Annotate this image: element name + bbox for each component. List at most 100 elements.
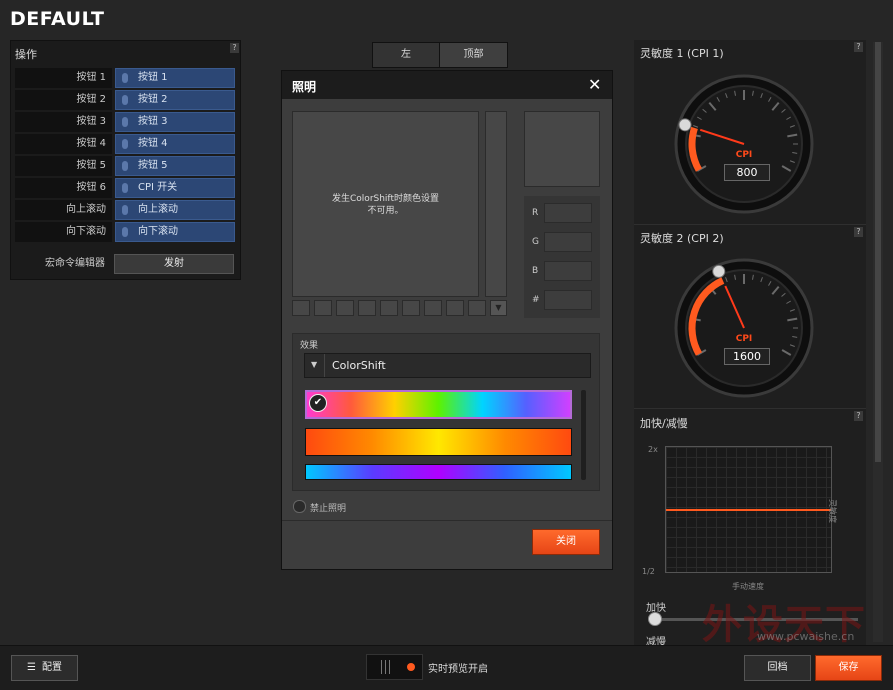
action-row-value-text: 按钮 3: [138, 116, 168, 127]
action-row-value[interactable]: 按钮 4: [115, 134, 235, 154]
mouse-icon: [122, 161, 128, 171]
action-row-label: 按钮 5: [15, 156, 112, 176]
color-swatch[interactable]: [380, 300, 398, 316]
acceleration-y-top: 2x: [648, 445, 658, 454]
macro-editor-label: 宏命令编辑器: [14, 254, 111, 274]
mouse-icon: [122, 205, 128, 215]
effect-gradient-ocean[interactable]: [305, 464, 572, 480]
b-label: B: [532, 266, 539, 276]
color-swatch[interactable]: [446, 300, 464, 316]
right-scrollbar[interactable]: [873, 42, 883, 642]
gauge-unit: CPI: [736, 150, 753, 160]
action-row-label: 按钮 1: [15, 68, 112, 88]
chevron-down-icon: ▼: [495, 303, 502, 312]
mouse-icon: [122, 73, 128, 83]
sensitivity2-title: 灵敏度 2 (CPI 2): [640, 232, 724, 245]
disable-lighting-checkbox[interactable]: [293, 500, 306, 513]
action-row: 按钮 4 按钮 4: [15, 134, 236, 154]
sensitivity2-help-icon[interactable]: ?: [854, 227, 863, 237]
action-row: 按钮 6 CPI 开关: [15, 178, 236, 198]
acceleration-curve: [666, 509, 831, 511]
action-row-label: 按钮 4: [15, 134, 112, 154]
action-row-value[interactable]: 按钮 2: [115, 90, 235, 110]
action-row-value[interactable]: 按钮 3: [115, 112, 235, 132]
acceleration-y-axis-label: 灵敏度: [828, 499, 837, 523]
select-divider: [324, 354, 325, 377]
revert-button[interactable]: 回档: [744, 655, 811, 681]
hex-label: #: [532, 295, 540, 305]
mouse-icon: [122, 183, 128, 193]
action-row-label: 按钮 3: [15, 112, 112, 132]
hex-input[interactable]: [544, 290, 592, 310]
color-preview: [524, 111, 600, 187]
action-row-value[interactable]: CPI 开关: [115, 178, 235, 198]
sensitivity1-help-icon[interactable]: ?: [854, 42, 863, 52]
action-row: 按钮 3 按钮 3: [15, 112, 236, 132]
action-row-value[interactable]: 向上滚动: [115, 200, 235, 220]
sensitivity1-value-box[interactable]: 800: [724, 164, 770, 181]
actions-panel: 操作 ? 按钮 1 按钮 1 按钮 2 按钮 2 按钮 3 按钮 3 按钮 4 按钮 4 按钮 …: [10, 40, 241, 280]
config-button-label: 配置: [41, 662, 62, 673]
action-row: 按钮 5 按钮 5: [15, 156, 236, 176]
effect-gradient-fire[interactable]: [305, 428, 572, 456]
close-button[interactable]: 关闭: [532, 529, 600, 555]
mouse-icon: [122, 139, 128, 149]
color-picker-area: 发生ColorShift时颜色设置 不可用。: [292, 111, 479, 297]
hue-slider[interactable]: [485, 111, 507, 297]
actions-help-icon[interactable]: ?: [230, 43, 239, 53]
sensitivity2-value-box[interactable]: 1600: [724, 348, 770, 365]
acceleration-help-icon[interactable]: ?: [854, 411, 863, 421]
effect-select[interactable]: ▼ ColorShift: [304, 353, 591, 378]
color-swatch[interactable]: [424, 300, 442, 316]
mouse-icon: [122, 227, 128, 237]
tab-left[interactable]: 左: [372, 42, 440, 68]
action-row-value[interactable]: 按钮 5: [115, 156, 235, 176]
action-row-value[interactable]: 向下滚动: [115, 222, 235, 242]
sensitivity1-gauge[interactable]: CPI: [674, 74, 814, 214]
tab-top[interactable]: 顶部: [439, 42, 508, 68]
effects-label: 效果: [300, 341, 319, 351]
live-preview-toggle[interactable]: [366, 654, 423, 680]
action-row-label: 向上滚动: [15, 200, 112, 220]
macro-editor-row: 宏命令编辑器 发射: [14, 254, 235, 274]
action-row: 向上滚动 向上滚动: [15, 200, 236, 220]
action-row-value-text: 向下滚动: [138, 226, 178, 237]
colorshift-notice: 发生ColorShift时颜色设置 不可用。: [332, 194, 439, 216]
acceleration-slider-knob[interactable]: [648, 612, 662, 626]
lighting-dialog: 照明 ✕ 发生ColorShift时颜色设置 不可用。 R G B # ▼ 效果…: [281, 70, 613, 570]
action-row: 向下滚动 向下滚动: [15, 222, 236, 242]
dialog-divider: [282, 520, 612, 521]
save-button[interactable]: 保存: [815, 655, 882, 681]
action-row-value-text: 向上滚动: [138, 204, 178, 215]
effects-scrollbar[interactable]: [581, 390, 586, 480]
acceleration-title: 加快/减慢: [640, 417, 688, 430]
watermark-url: www.pcwaishe.cn: [757, 630, 855, 643]
color-swatch[interactable]: [336, 300, 354, 316]
color-swatch[interactable]: [468, 300, 486, 316]
sensitivity2-gauge[interactable]: CPI: [674, 258, 814, 398]
effect-gradient-rainbow[interactable]: ✔: [305, 390, 572, 419]
check-icon: ✔: [309, 394, 327, 412]
action-row-label: 按钮 2: [15, 90, 112, 110]
mouse-icon: [122, 95, 128, 105]
color-swatch[interactable]: [358, 300, 376, 316]
acceleration-graph: [665, 446, 832, 573]
r-input[interactable]: [544, 203, 592, 223]
sensitivity1-title: 灵敏度 1 (CPI 1): [640, 47, 724, 60]
swatch-dropdown-button[interactable]: ▼: [490, 300, 507, 316]
toggle-indicator: [407, 663, 415, 671]
gauge-knob-icon: [712, 264, 726, 278]
action-row-label: 向下滚动: [15, 222, 112, 242]
g-input[interactable]: [544, 232, 592, 252]
color-swatch[interactable]: [314, 300, 332, 316]
color-swatch[interactable]: [402, 300, 420, 316]
action-row-value-text: 按钮 5: [138, 160, 168, 171]
action-row-value-text: 按钮 4: [138, 138, 168, 149]
config-button[interactable]: ☰ 配置: [11, 655, 78, 681]
action-row-value[interactable]: 按钮 1: [115, 68, 235, 88]
color-swatch[interactable]: [292, 300, 310, 316]
scrollbar-thumb[interactable]: [875, 42, 881, 462]
close-icon[interactable]: ✕: [588, 75, 601, 94]
b-input[interactable]: [544, 261, 592, 281]
macro-launch-button[interactable]: 发射: [114, 254, 234, 274]
